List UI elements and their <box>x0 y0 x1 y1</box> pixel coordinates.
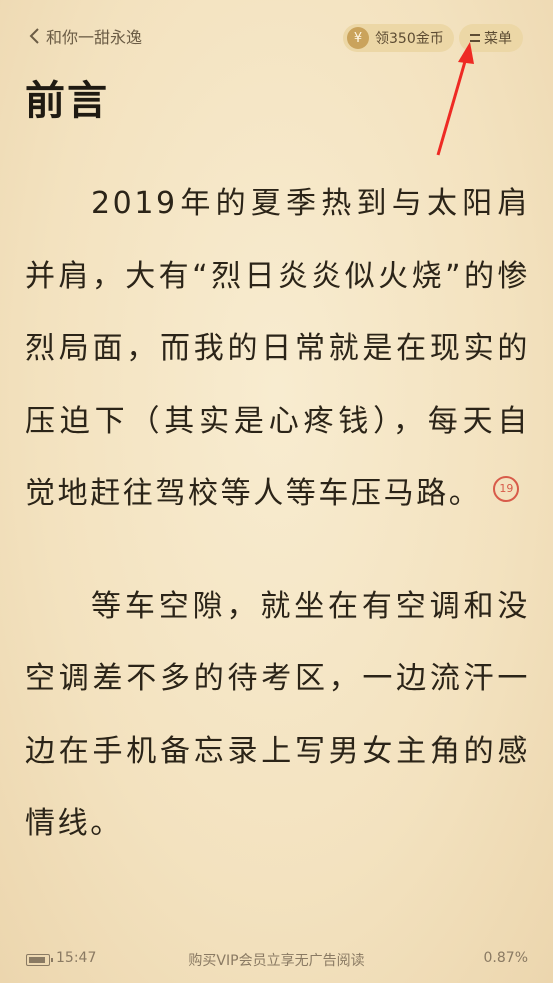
menu-icon <box>470 34 480 42</box>
back-button[interactable]: 和你一甜永逸 <box>28 24 142 48</box>
coin-icon: ¥ <box>347 27 369 49</box>
paragraph-text: 等车空隙，就坐在有空调和没空调差不多的待考区，一边流汗一边在手机备忘录上写男女主… <box>25 588 530 842</box>
reader-status-bar: 15:47 购买VIP会员立享无广告阅读 0.87% <box>0 940 553 980</box>
chevron-left-icon <box>29 28 39 44</box>
paragraph: 2019年的夏季热到与太阳肩并肩，大有“烈日炎炎似火烧”的惨烈局面，而我的日常就… <box>25 168 530 531</box>
menu-label: 菜单 <box>484 31 512 47</box>
menu-button[interactable]: 菜单 <box>459 24 523 52</box>
paragraph-text: 2019年的夏季热到与太阳肩并肩，大有“烈日炎炎似火烧”的惨烈局面，而我的日常就… <box>25 186 530 511</box>
reader-top-bar: 和你一甜永逸 ¥ 领350金币 菜单 <box>0 0 553 74</box>
reading-progress: 0.87% <box>483 950 528 966</box>
claim-coins-label: 领350金币 <box>375 31 444 47</box>
paragraph: 等车空隙，就坐在有空调和没空调差不多的待考区，一边流汗一边在手机备忘录上写男女主… <box>25 571 530 861</box>
vip-promo-link[interactable]: 购买VIP会员立享无广告阅读 <box>0 950 553 970</box>
book-title: 和你一甜永逸 <box>46 28 143 47</box>
chapter-content: 2019年的夏季热到与太阳肩并肩，大有“烈日炎炎似火烧”的惨烈局面，而我的日常就… <box>25 168 530 901</box>
chapter-title: 前言 <box>25 78 109 124</box>
comment-count-badge[interactable]: 19 <box>493 475 520 502</box>
claim-coins-button[interactable]: ¥ 领350金币 <box>343 24 454 52</box>
